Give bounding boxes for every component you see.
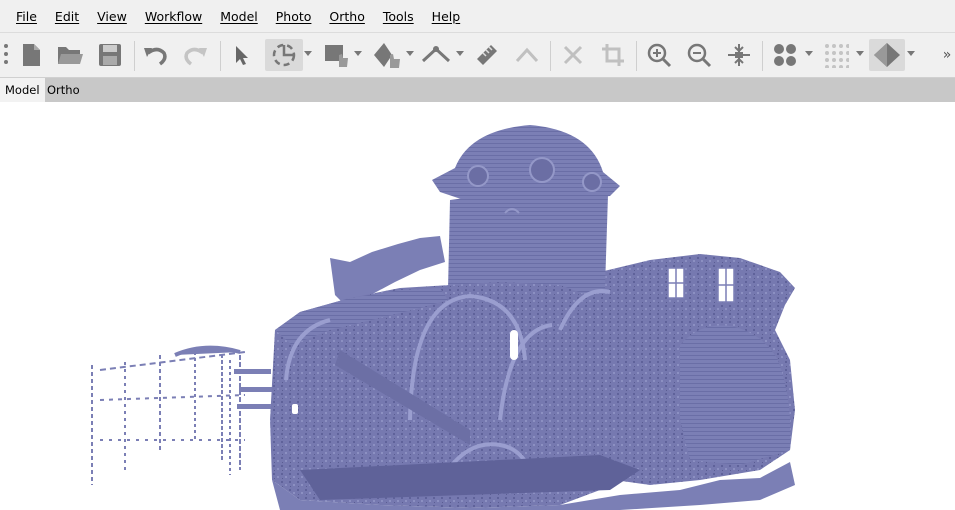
left-scaffold-fragment (91, 345, 273, 485)
draw-polygon-icon[interactable] (370, 39, 404, 71)
rotate-select-dropdown-icon[interactable] (304, 51, 312, 56)
model-viewport[interactable] (0, 102, 955, 510)
measure-icon[interactable] (472, 39, 502, 71)
menu-tools[interactable]: Tools (375, 9, 424, 24)
menu-photo[interactable]: Photo (268, 9, 322, 24)
tab-ortho[interactable]: Ortho (42, 78, 85, 102)
pointer-icon[interactable] (228, 39, 254, 71)
undo-icon[interactable] (141, 39, 169, 71)
crop-icon[interactable] (598, 39, 628, 71)
dense-points-dropdown-icon[interactable] (856, 51, 864, 56)
menu-ortho[interactable]: Ortho (321, 9, 374, 24)
main-toolbar: » (0, 32, 955, 78)
menu-model[interactable]: Model (212, 9, 268, 24)
view-tab-bar: Model Ortho (0, 78, 955, 102)
toolbar-grip-icon[interactable] (2, 39, 10, 71)
rotate-select-icon[interactable] (265, 39, 303, 71)
points-icon[interactable] (770, 39, 800, 71)
church-mesh-render (91, 125, 795, 510)
menu-workflow[interactable]: Workflow (137, 9, 212, 24)
menu-file[interactable]: File (8, 9, 47, 24)
reset-view-icon[interactable] (724, 39, 754, 71)
menu-help[interactable]: Help (424, 9, 471, 24)
menu-view[interactable]: View (89, 9, 137, 24)
points-dropdown-icon[interactable] (805, 51, 813, 56)
model-shading-icon[interactable] (869, 39, 905, 71)
ruler-line-dropdown-icon[interactable] (456, 51, 464, 56)
shape-icon[interactable] (512, 39, 542, 71)
zoom-out-icon[interactable] (684, 39, 714, 71)
toolbar-overflow-icon[interactable]: » (940, 39, 954, 71)
menu-edit[interactable]: Edit (47, 9, 89, 24)
tab-model[interactable]: Model (0, 78, 45, 102)
menu-bar: File Edit View Workflow Model Photo Orth… (0, 0, 955, 32)
zoom-in-icon[interactable] (644, 39, 674, 71)
redo-icon[interactable] (182, 39, 210, 71)
new-document-icon[interactable] (17, 39, 45, 71)
dome-mesh (432, 125, 620, 204)
ruler-line-icon[interactable] (420, 39, 452, 71)
draw-polygon-dropdown-icon[interactable] (406, 51, 414, 56)
open-folder-icon[interactable] (55, 39, 85, 71)
rectangle-selection-icon[interactable] (320, 39, 352, 71)
rectangle-selection-dropdown-icon[interactable] (354, 51, 362, 56)
model-shading-dropdown-icon[interactable] (907, 51, 915, 56)
save-icon[interactable] (96, 39, 124, 71)
dense-points-icon[interactable] (821, 39, 851, 71)
delete-icon[interactable] (558, 39, 588, 71)
